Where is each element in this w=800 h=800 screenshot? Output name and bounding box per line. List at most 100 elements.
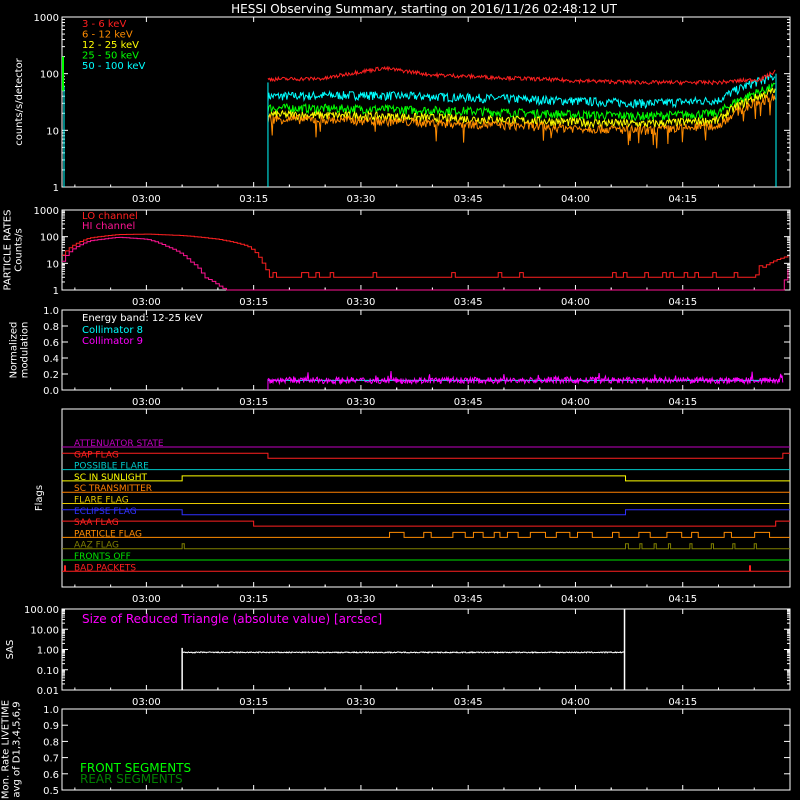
sas-xtick-label: 03:45 <box>454 697 483 708</box>
sas-line <box>182 651 625 654</box>
flag-label: FRONTS OFF <box>74 552 131 562</box>
lightcurves-ytick-label: 10 <box>46 126 59 137</box>
modulation-annotation: Energy band: 12-25 keV <box>82 313 203 324</box>
flags-xtick-label: 03:15 <box>239 594 268 605</box>
modulation-xtick-label: 03:15 <box>239 397 268 408</box>
sas-ytick-label: 1.00 <box>37 646 59 657</box>
flags-xtick-label: 03:00 <box>132 594 161 605</box>
flag-label: ECLIPSE FLAG <box>74 507 137 517</box>
modulation-ytick-label: 0.0 <box>43 386 59 397</box>
particle_rates-ytick-label: 1 <box>53 286 59 297</box>
lightcurves-ytick-label: 1 <box>53 183 59 194</box>
sas-xtick-label: 03:15 <box>239 697 268 708</box>
particle_rates-xtick-label: 03:15 <box>239 297 268 308</box>
legend-entry: 50 - 100 keV <box>82 61 146 72</box>
particle_rates-xtick-label: 03:30 <box>347 297 376 308</box>
particle_rates-ytick-label: 100 <box>40 233 59 244</box>
flag-label: SC IN SUNLIGHT <box>74 473 148 483</box>
livetime-ytick-label: 0.8 <box>43 737 59 748</box>
hessi-summary-plot: HESSI Observing Summary, starting on 201… <box>0 0 800 800</box>
lightcurves-xtick-label: 03:30 <box>347 194 376 205</box>
plot-canvas: HESSI Observing Summary, starting on 201… <box>1 2 791 799</box>
legend-entry: 3 - 6 keV <box>82 19 126 30</box>
flag-label: SC TRANSMITTER <box>74 484 152 494</box>
lightcurves-xtick-label: 04:00 <box>561 194 590 205</box>
sas-annotation: Size of Reduced Triangle (absolute value… <box>82 612 382 626</box>
legend-entry: 6 - 12 keV <box>82 30 133 41</box>
flag-line <box>62 509 790 516</box>
modulation-xtick-label: 04:00 <box>561 397 590 408</box>
legend-entry: Collimator 8 <box>82 325 143 336</box>
particle_rates-ytick-label: 10 <box>46 259 59 270</box>
modulation-ylabel: modulation <box>20 322 31 379</box>
lightcurves-xtick-label: 03:15 <box>239 194 268 205</box>
flags-xtick-label: 03:30 <box>347 594 376 605</box>
flag-line <box>62 520 790 527</box>
flags-xtick-label: 04:15 <box>668 594 697 605</box>
particle-rates-ylabel: Counts/s <box>14 228 25 272</box>
lightcurves-xtick-label: 03:00 <box>132 194 161 205</box>
flag-label: GAP FLAG <box>74 450 119 460</box>
flag-line <box>62 452 790 459</box>
lightcurves-xtick-label: 03:45 <box>454 194 483 205</box>
modulation-xtick-label: 04:15 <box>668 397 697 408</box>
flags-xtick-label: 03:45 <box>454 594 483 605</box>
modulation-ytick-label: 0.8 <box>43 322 59 333</box>
flag-label: ATTENUATOR STATE <box>74 439 164 449</box>
flag-label: PARTICLE FLAG <box>74 529 142 539</box>
livetime-ylabel: avg of D1,3,4,5,6,9 <box>12 701 23 797</box>
particle_rates-xtick-label: 04:00 <box>561 297 590 308</box>
legend-entry: HI channel <box>82 221 135 232</box>
livetime-ytick-label: 0.7 <box>43 754 59 765</box>
modulation-ytick-label: 0.6 <box>43 338 59 349</box>
flags-ylabel: Flags <box>34 485 45 511</box>
lightcurves-ytick-label: 1000 <box>34 13 59 24</box>
flag-label: BAD PACKETS <box>74 563 136 573</box>
flag-label: FLARE FLAG <box>74 496 129 506</box>
flag-line <box>62 543 790 550</box>
particle-rates-ylabel: PARTICLE RATES <box>3 210 14 291</box>
sas-xtick-label: 03:30 <box>347 697 376 708</box>
legend-entry: 12 - 25 keV <box>82 40 139 51</box>
modulation-ytick-label: 0.2 <box>43 370 59 381</box>
sas-xtick-label: 03:00 <box>132 697 161 708</box>
modulation-xtick-label: 03:45 <box>454 397 483 408</box>
sas-ytick-label: 0.10 <box>37 666 59 677</box>
particle_rates-xtick-label: 04:15 <box>668 297 697 308</box>
lightcurves-xtick-label: 04:15 <box>668 194 697 205</box>
flag-label: POSSIBLE FLARE <box>74 462 149 472</box>
livetime-ytick-label: 0.5 <box>43 786 59 797</box>
particle_rates-ytick-label: 1000 <box>34 206 59 217</box>
livetime-ylabel: Mon. Rate LIVETIME <box>1 700 12 799</box>
legend-entry: Collimator 9 <box>82 336 143 347</box>
modulation-ytick-label: 0.4 <box>43 354 59 365</box>
lightcurve-50-100keV <box>267 72 776 110</box>
modulation-ytick-label: 1.0 <box>43 306 59 317</box>
particle-rate-LOchannel <box>62 233 789 278</box>
particle-rate-HIchannel <box>62 236 789 291</box>
legend-entry: REAR SEGMENTS <box>80 772 183 786</box>
sas-ytick-label: 10.00 <box>30 625 59 636</box>
lightcurve-3-6keV <box>267 65 776 86</box>
legend-entry: 25 - 50 keV <box>82 51 139 62</box>
lightcurve-25-50keV <box>267 82 776 122</box>
livetime-ytick-label: 1.0 <box>43 705 59 716</box>
lightcurve-ylabel: counts/s/detector <box>14 57 25 145</box>
flag-label: SAA FLAG <box>74 518 119 528</box>
lightcurves-ytick-label: 100 <box>40 70 59 81</box>
flag-label: AAZ FLAG <box>74 541 119 551</box>
particle_rates-xtick-label: 03:00 <box>132 297 161 308</box>
flag-line <box>62 475 790 482</box>
sas-ytick-label: 100.00 <box>24 605 59 616</box>
modulation-ylabel: Normalized <box>9 322 20 379</box>
livetime-ytick-label: 0.6 <box>43 770 59 781</box>
modulation-xtick-label: 03:30 <box>347 397 376 408</box>
sas-ytick-label: 0.01 <box>37 686 59 697</box>
sas-xtick-label: 04:00 <box>561 697 590 708</box>
plot-title: HESSI Observing Summary, starting on 201… <box>231 2 617 16</box>
sas-ylabel: SAS <box>5 640 16 660</box>
flags-xtick-label: 04:00 <box>561 594 590 605</box>
particle_rates-xtick-label: 03:45 <box>454 297 483 308</box>
modulation-xtick-label: 03:00 <box>132 397 161 408</box>
particle_rates-frame <box>61 209 791 291</box>
